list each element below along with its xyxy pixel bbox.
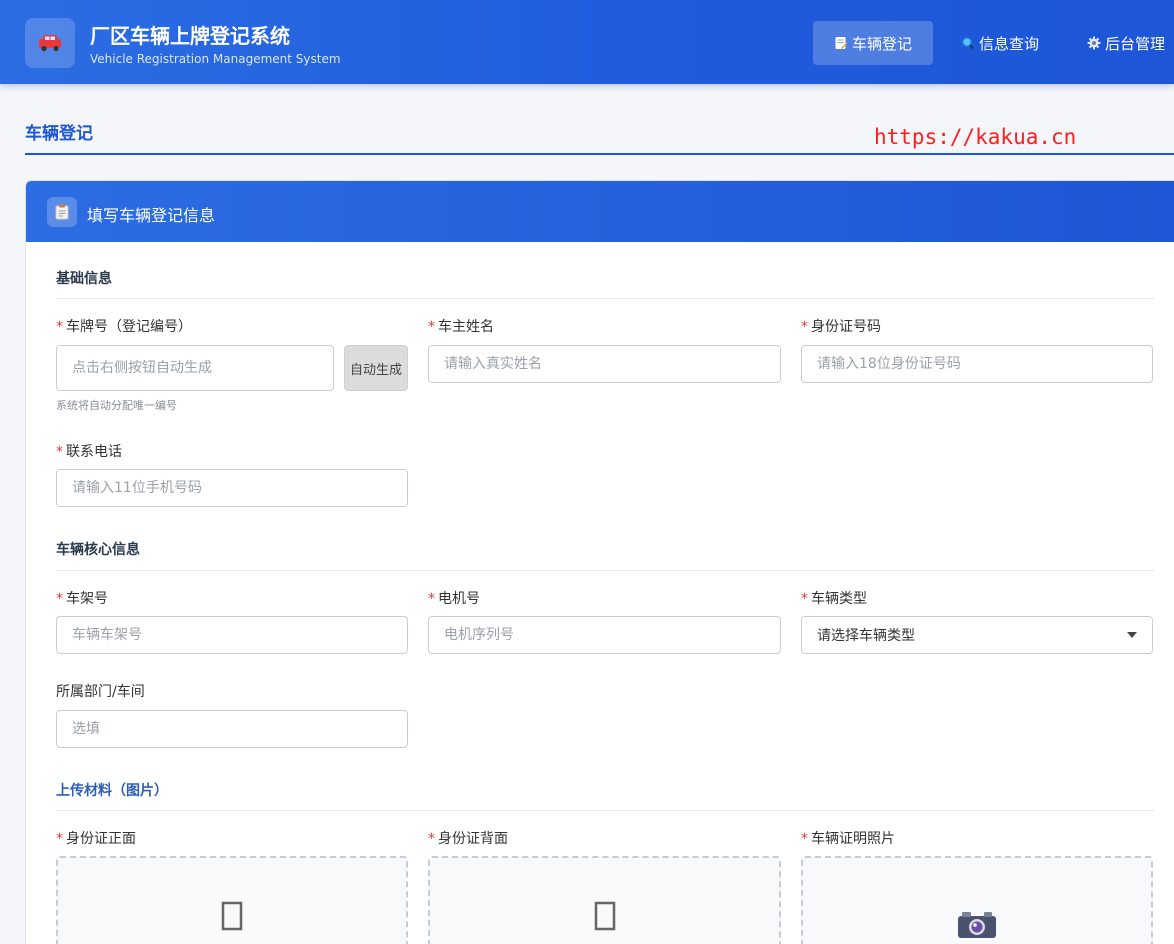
required-mark: * [428, 319, 435, 335]
plate-label: * 车牌号（登记编号） [56, 319, 192, 335]
idcard-label: * 身份证号码 [801, 319, 881, 335]
clipboard-icon [47, 197, 77, 227]
nav-label: 后台管理 [1105, 34, 1166, 53]
upload-id-back[interactable] [428, 856, 781, 944]
required-mark: * [56, 831, 63, 847]
camera-icon [958, 912, 996, 938]
section-divider [56, 570, 1154, 571]
required-mark: * [56, 444, 63, 460]
required-mark: * [801, 831, 808, 847]
vehicle-type-selected: 请选择车辆类型 [817, 628, 915, 644]
required-mark: * [801, 591, 808, 607]
section-title-core: 车辆核心信息 [56, 542, 140, 558]
nav-vehicle-registration[interactable]: 车辆登记 [813, 21, 933, 65]
id-front-label: * 身份证正面 [56, 831, 136, 847]
vehicle-type-select[interactable]: 请选择车辆类型 [801, 616, 1153, 654]
required-mark: * [56, 319, 63, 335]
dept-input[interactable] [56, 710, 408, 748]
chevron-down-icon [1127, 632, 1137, 638]
image-placeholder-icon [594, 901, 615, 931]
frame-number-input[interactable] [56, 616, 408, 654]
nav-admin[interactable]: 后台管理 [1087, 21, 1165, 65]
id-back-label: * 身份证背面 [428, 831, 508, 847]
idcard-input[interactable] [801, 345, 1153, 383]
motor-number-input[interactable] [428, 616, 781, 654]
owner-label: * 车主姓名 [428, 319, 494, 335]
required-mark: * [56, 591, 63, 607]
watermark-url: https://kakua.cn [874, 125, 1077, 149]
phone-input[interactable] [56, 469, 408, 507]
plate-hint: 系统将自动分配唯一编号 [56, 399, 177, 412]
vehicle-type-label: * 车辆类型 [801, 591, 867, 607]
required-mark: * [428, 591, 435, 607]
frame-label: * 车架号 [56, 591, 108, 607]
registration-form-card: 填写车辆登记信息 [25, 180, 1174, 944]
upload-id-front[interactable] [56, 856, 408, 944]
page-title: 车辆登记 [25, 124, 93, 144]
card-header: 填写车辆登记信息 [26, 181, 1174, 242]
title-divider [25, 153, 1174, 155]
card-title: 填写车辆登记信息 [87, 206, 216, 225]
nav-info-query[interactable]: 信息查询 [961, 21, 1039, 65]
logo [25, 18, 75, 68]
dept-label: 所属部门/车间 [56, 684, 145, 700]
nav-label: 车辆登记 [851, 34, 912, 53]
top-navbar: 厂区车辆上牌登记系统 Vehicle Registration Manageme… [0, 0, 1174, 84]
section-title-upload: 上传材料（图片） [56, 783, 168, 799]
app-title: 厂区车辆上牌登记系统 [90, 24, 290, 48]
upload-vehicle-photo[interactable] [801, 856, 1153, 944]
auto-generate-button[interactable]: 自动生成 [344, 345, 408, 391]
car-icon [39, 35, 61, 52]
search-icon [962, 37, 975, 50]
section-divider [56, 298, 1154, 299]
edit-doc-icon [835, 37, 848, 49]
image-placeholder-icon [221, 901, 243, 931]
section-divider [56, 810, 1154, 811]
nav-label: 信息查询 [979, 34, 1040, 53]
gear-icon [1087, 36, 1101, 50]
section-title-basic: 基础信息 [56, 271, 112, 287]
motor-label: * 电机号 [428, 591, 480, 607]
owner-name-input[interactable] [428, 345, 781, 383]
required-mark: * [428, 831, 435, 847]
phone-label: * 联系电话 [56, 444, 122, 460]
plate-input[interactable] [56, 345, 334, 391]
required-mark: * [801, 319, 808, 335]
vehicle-photo-label: * 车辆证明照片 [801, 831, 895, 847]
app-subtitle: Vehicle Registration Management System [90, 52, 341, 66]
